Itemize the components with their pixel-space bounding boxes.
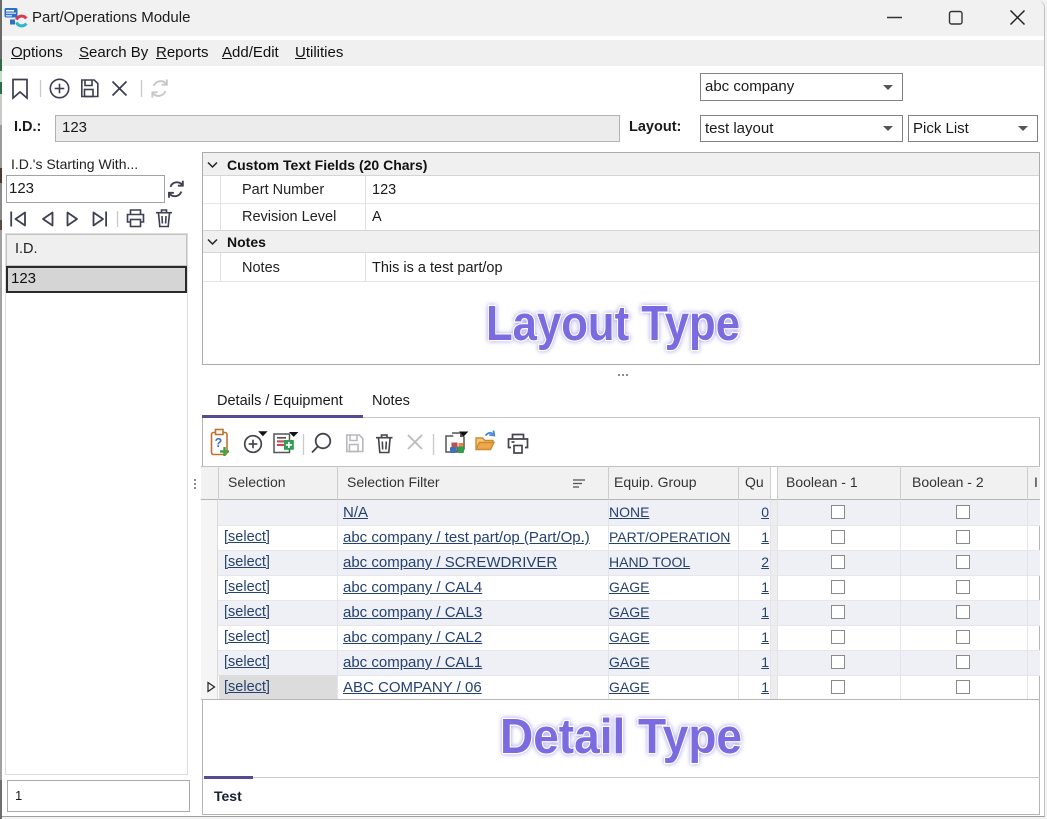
svg-text:Layout Type: Layout Type bbox=[486, 297, 740, 351]
svg-text:?: ? bbox=[215, 436, 223, 450]
svg-text:Detail Type: Detail Type bbox=[500, 710, 742, 764]
